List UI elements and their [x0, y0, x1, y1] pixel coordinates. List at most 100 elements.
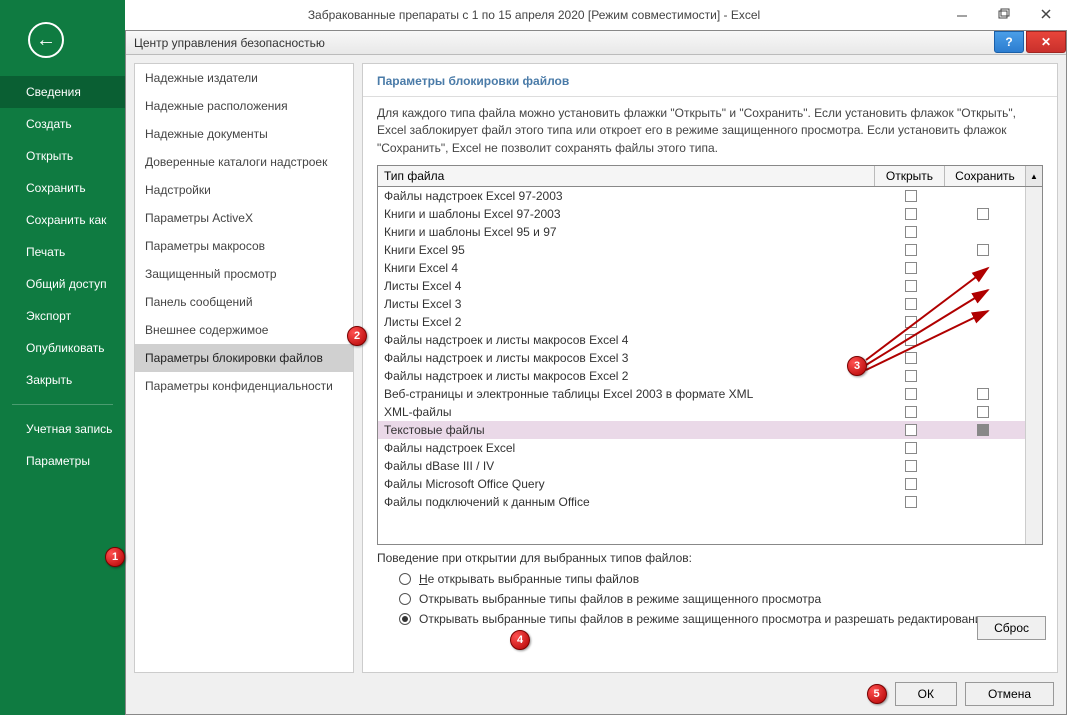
category-item-8[interactable]: Панель сообщений: [135, 288, 353, 316]
sidebar-item-2[interactable]: Открыть: [0, 140, 125, 172]
sidebar-item-6[interactable]: Общий доступ: [0, 268, 125, 300]
category-item-2[interactable]: Надежные документы: [135, 120, 353, 148]
column-type: Тип файла: [378, 166, 875, 186]
category-item-5[interactable]: Параметры ActiveX: [135, 204, 353, 232]
category-item-1[interactable]: Надежные расположения: [135, 92, 353, 120]
close-button[interactable]: [1034, 4, 1058, 24]
file-type-label: Файлы надстроек Excel: [384, 441, 875, 455]
table-row[interactable]: Файлы Microsoft Office Query: [378, 475, 1025, 493]
category-list: Надежные издателиНадежные расположенияНа…: [134, 63, 354, 673]
table-row[interactable]: Файлы надстроек Excel 97-2003: [378, 187, 1025, 205]
open-checkbox[interactable]: [905, 208, 917, 220]
open-checkbox[interactable]: [905, 334, 917, 346]
open-checkbox[interactable]: [905, 442, 917, 454]
save-checkbox[interactable]: [977, 424, 989, 436]
annotation-2: 2: [347, 326, 367, 346]
ok-button[interactable]: ОК: [895, 682, 957, 706]
file-type-label: Файлы Microsoft Office Query: [384, 477, 875, 491]
category-item-6[interactable]: Параметры макросов: [135, 232, 353, 260]
table-row[interactable]: Листы Excel 2: [378, 313, 1025, 331]
scroll-up-icon[interactable]: ▲: [1025, 166, 1042, 186]
sidebar-item2-0[interactable]: Учетная запись: [0, 413, 125, 445]
cancel-button[interactable]: Отмена: [965, 682, 1054, 706]
file-type-label: Файлы подключений к данным Office: [384, 495, 875, 509]
radio-icon: [399, 573, 411, 585]
open-checkbox[interactable]: [905, 478, 917, 490]
behavior-label: Поведение при открытии для выбранных тип…: [377, 551, 1043, 565]
file-type-label: Листы Excel 4: [384, 279, 875, 293]
open-checkbox[interactable]: [905, 352, 917, 364]
open-checkbox[interactable]: [905, 460, 917, 472]
table-row[interactable]: Файлы подключений к данным Office: [378, 493, 1025, 511]
category-item-11[interactable]: Параметры конфиденциальности: [135, 372, 353, 400]
table-row[interactable]: Файлы надстроек и листы макросов Excel 2: [378, 367, 1025, 385]
file-type-label: Файлы надстроек и листы макросов Excel 3: [384, 351, 875, 365]
open-checkbox[interactable]: [905, 298, 917, 310]
dialog-help-button[interactable]: ?: [994, 31, 1024, 53]
minimize-button[interactable]: [950, 4, 974, 24]
behavior-option-1[interactable]: Открывать выбранные типы файлов в режиме…: [377, 589, 1043, 609]
sidebar-item-1[interactable]: Создать: [0, 108, 125, 140]
sidebar-item-4[interactable]: Сохранить как: [0, 204, 125, 236]
table-row[interactable]: Книги Excel 4: [378, 259, 1025, 277]
table-row[interactable]: Книги Excel 95: [378, 241, 1025, 259]
save-checkbox[interactable]: [977, 244, 989, 256]
table-row[interactable]: Файлы надстроек и листы макросов Excel 3: [378, 349, 1025, 367]
open-checkbox[interactable]: [905, 370, 917, 382]
table-row[interactable]: Файлы dBase III / IV: [378, 457, 1025, 475]
open-checkbox[interactable]: [905, 406, 917, 418]
category-item-7[interactable]: Защищенный просмотр: [135, 260, 353, 288]
open-checkbox[interactable]: [905, 496, 917, 508]
table-row[interactable]: Текстовые файлы: [378, 421, 1025, 439]
back-button[interactable]: ←: [28, 22, 64, 58]
trust-center-dialog: Центр управления безопасностью ? ✕ Надеж…: [125, 30, 1067, 715]
save-checkbox[interactable]: [977, 388, 989, 400]
table-row[interactable]: Книги и шаблоны Excel 97-2003: [378, 205, 1025, 223]
table-row[interactable]: Веб-страницы и электронные таблицы Excel…: [378, 385, 1025, 403]
category-item-10[interactable]: Параметры блокировки файлов: [135, 344, 353, 372]
table-scrollbar[interactable]: [1025, 187, 1042, 544]
file-type-label: Листы Excel 2: [384, 315, 875, 329]
table-row[interactable]: Книги и шаблоны Excel 95 и 97: [378, 223, 1025, 241]
table-row[interactable]: Файлы надстроек Excel: [378, 439, 1025, 457]
file-type-table-header: Тип файла Открыть Сохранить ▲: [377, 165, 1043, 187]
category-item-4[interactable]: Надстройки: [135, 176, 353, 204]
dialog-close-button[interactable]: ✕: [1026, 31, 1066, 53]
open-checkbox[interactable]: [905, 424, 917, 436]
backstage-sidebar: ← СведенияСоздатьОткрытьСохранитьСохрани…: [0, 0, 125, 715]
category-item-0[interactable]: Надежные издатели: [135, 64, 353, 92]
table-row[interactable]: Файлы надстроек и листы макросов Excel 4: [378, 331, 1025, 349]
file-type-label: Веб-страницы и электронные таблицы Excel…: [384, 387, 875, 401]
annotation-4: 4: [510, 630, 530, 650]
save-checkbox[interactable]: [977, 208, 989, 220]
file-type-label: Текстовые файлы: [384, 423, 875, 437]
sidebar-item-3[interactable]: Сохранить: [0, 172, 125, 204]
file-type-label: XML-файлы: [384, 405, 875, 419]
open-checkbox[interactable]: [905, 244, 917, 256]
open-checkbox[interactable]: [905, 280, 917, 292]
open-checkbox[interactable]: [905, 316, 917, 328]
behavior-option-label: Не открывать выбранные типы файлов: [419, 572, 639, 586]
open-checkbox[interactable]: [905, 388, 917, 400]
file-type-table: Файлы надстроек Excel 97-2003Книги и шаб…: [377, 187, 1043, 545]
sidebar-item-9[interactable]: Закрыть: [0, 364, 125, 396]
category-item-3[interactable]: Доверенные каталоги надстроек: [135, 148, 353, 176]
table-row[interactable]: XML-файлы: [378, 403, 1025, 421]
reset-button[interactable]: Сброс: [977, 616, 1046, 640]
sidebar-item-5[interactable]: Печать: [0, 236, 125, 268]
behavior-option-0[interactable]: Не открывать выбранные типы файлов: [377, 569, 1043, 589]
sidebar-item-7[interactable]: Экспорт: [0, 300, 125, 332]
open-checkbox[interactable]: [905, 262, 917, 274]
sidebar-item2-1[interactable]: Параметры: [0, 445, 125, 477]
open-checkbox[interactable]: [905, 190, 917, 202]
behavior-option-2[interactable]: Открывать выбранные типы файлов в режиме…: [377, 609, 1043, 629]
sidebar-item-8[interactable]: Опубликовать: [0, 332, 125, 364]
category-item-9[interactable]: Внешнее содержимое: [135, 316, 353, 344]
open-checkbox[interactable]: [905, 226, 917, 238]
restore-button[interactable]: [992, 4, 1016, 24]
table-row[interactable]: Листы Excel 4: [378, 277, 1025, 295]
annotation-3: 3: [847, 356, 867, 376]
sidebar-item-0[interactable]: Сведения: [0, 76, 125, 108]
save-checkbox[interactable]: [977, 406, 989, 418]
table-row[interactable]: Листы Excel 3: [378, 295, 1025, 313]
